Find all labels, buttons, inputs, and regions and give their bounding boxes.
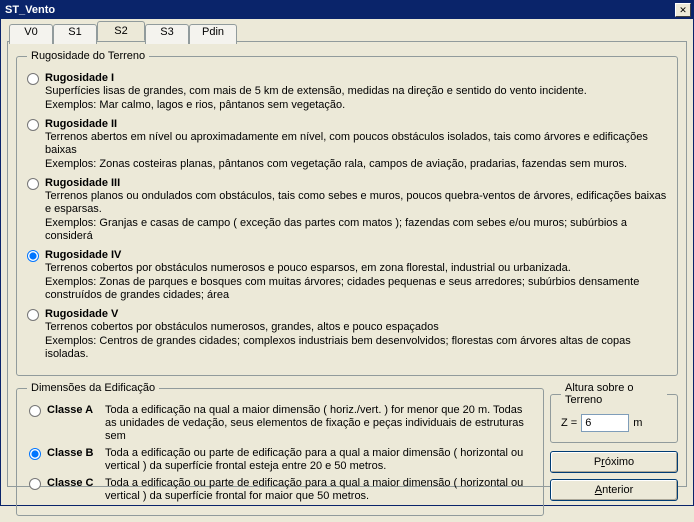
anterior-button[interactable]: Anterior <box>550 479 678 501</box>
dimensoes-legend: Dimensões da Edificação <box>27 382 159 394</box>
rugosidade-option-5[interactable]: Rugosidade V Terrenos cobertos por obstá… <box>27 308 667 361</box>
rugosidade-option-2[interactable]: Rugosidade II Terrenos abertos em nível … <box>27 118 667 171</box>
rugosidade-option-3[interactable]: Rugosidade III Terrenos planos ou ondula… <box>27 177 667 243</box>
classe-c-title: Classe C <box>47 477 105 489</box>
content: V0 S1 S2 S3 Pdin Rugosidade do Terreno R… <box>1 19 693 493</box>
classe-option-a[interactable]: Classe A Toda a edificação na qual a mai… <box>27 404 533 443</box>
proximo-button[interactable]: Próximo <box>550 451 678 473</box>
classe-option-b[interactable]: Classe B Toda a edificação ou parte de e… <box>27 447 533 473</box>
rugosidade-1-title: Rugosidade I <box>45 72 667 84</box>
rugosidade-radio-1[interactable] <box>27 73 39 85</box>
rugosidade-3-desc1: Terrenos planos ou ondulados com obstácu… <box>45 190 667 216</box>
rugosidade-2-desc2: Exemplos: Zonas costeiras planas, pântan… <box>45 158 667 171</box>
rugosidade-5-desc1: Terrenos cobertos por obstáculos numeros… <box>45 321 667 334</box>
window-title: ST_Vento <box>5 4 55 16</box>
classe-b-desc: Toda a edificação ou parte de edificação… <box>105 447 533 473</box>
rugosidade-option-1[interactable]: Rugosidade I Superfícies lisas de grande… <box>27 72 667 112</box>
classe-radio-a[interactable] <box>29 405 41 417</box>
rugosidade-4-desc1: Terrenos cobertos por obstáculos numeros… <box>45 262 667 275</box>
tab-pdin[interactable]: Pdin <box>189 24 237 44</box>
rugosidade-radio-5[interactable] <box>27 309 39 321</box>
rugosidade-4-desc2: Exemplos: Zonas de parques e bosques com… <box>45 276 667 302</box>
classe-b-title: Classe B <box>47 447 105 459</box>
rugosidade-radio-3[interactable] <box>27 178 39 190</box>
rugosidade-option-4[interactable]: Rugosidade IV Terrenos cobertos por obst… <box>27 249 667 302</box>
classe-radio-b[interactable] <box>29 448 41 460</box>
rugosidade-5-desc2: Exemplos: Centros de grandes cidades; co… <box>45 335 667 361</box>
rugosidade-radio-2[interactable] <box>27 119 39 131</box>
classe-option-c[interactable]: Classe C Toda a edificação ou parte de e… <box>27 477 533 503</box>
classe-a-title: Classe A <box>47 404 105 416</box>
tab-v0[interactable]: V0 <box>9 24 53 44</box>
right-column: Altura sobre o Terreno Z = m Próximo Ant… <box>550 382 678 522</box>
rugosidade-5-title: Rugosidade V <box>45 308 667 320</box>
classe-a-desc: Toda a edificação na qual a maior dimens… <box>105 404 533 443</box>
altura-z-label: Z = <box>561 417 577 429</box>
tab-s1[interactable]: S1 <box>53 24 97 44</box>
tabstrip: V0 S1 S2 S3 Pdin <box>9 21 687 41</box>
tab-s3[interactable]: S3 <box>145 24 189 44</box>
rugosidade-2-title: Rugosidade II <box>45 118 667 130</box>
altura-fieldset: Altura sobre o Terreno Z = m <box>550 382 678 443</box>
tab-panel-s2: Rugosidade do Terreno Rugosidade I Super… <box>7 41 687 487</box>
tab-s2[interactable]: S2 <box>97 21 145 41</box>
rugosidade-1-desc1: Superfícies lisas de grandes, com mais d… <box>45 85 667 98</box>
altura-z-input[interactable] <box>581 414 629 432</box>
rugosidade-radio-4[interactable] <box>27 250 39 262</box>
rugosidade-legend: Rugosidade do Terreno <box>27 50 149 62</box>
rugosidade-3-title: Rugosidade III <box>45 177 667 189</box>
rugosidade-1-desc2: Exemplos: Mar calmo, lagos e rios, pânta… <box>45 99 667 112</box>
rugosidade-2-desc1: Terrenos abertos em nível ou aproximadam… <box>45 131 667 157</box>
titlebar: ST_Vento ✕ <box>1 1 693 19</box>
dimensoes-fieldset: Dimensões da Edificação Classe A Toda a … <box>16 382 544 516</box>
close-button[interactable]: ✕ <box>675 3 691 17</box>
classe-c-desc: Toda a edificação ou parte de edificação… <box>105 477 533 503</box>
rugosidade-4-title: Rugosidade IV <box>45 249 667 261</box>
classe-radio-c[interactable] <box>29 478 41 490</box>
bottom-row: Dimensões da Edificação Classe A Toda a … <box>16 382 678 522</box>
altura-unit: m <box>633 417 642 429</box>
rugosidade-fieldset: Rugosidade do Terreno Rugosidade I Super… <box>16 50 678 376</box>
altura-row: Z = m <box>561 412 667 434</box>
rugosidade-3-desc2: Exemplos: Granjas e casas de campo ( exc… <box>45 217 667 243</box>
altura-legend: Altura sobre o Terreno <box>561 382 667 406</box>
window: ST_Vento ✕ V0 S1 S2 S3 Pdin Rugosidade d… <box>0 0 694 506</box>
